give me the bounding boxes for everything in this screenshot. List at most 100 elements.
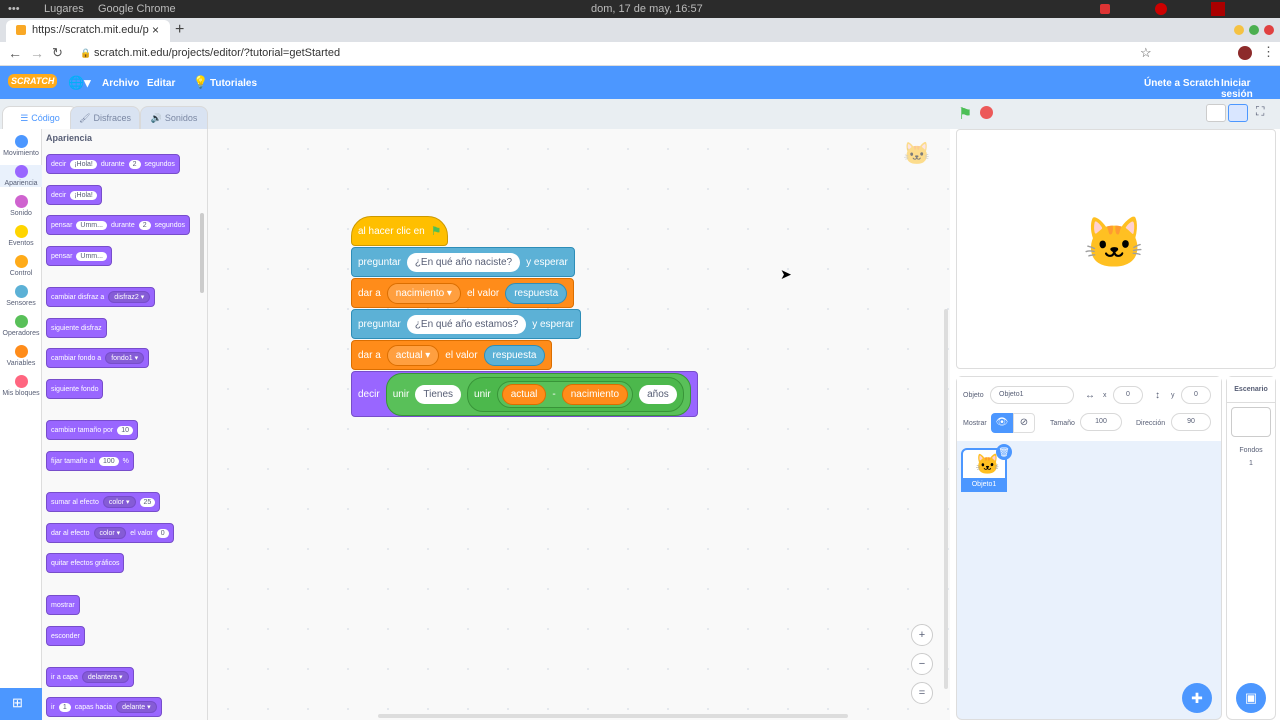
scratch-logo[interactable]: SCRATCH [8,74,58,88]
fullscreen-icon[interactable]: ⛶ [1256,104,1264,119]
block-say[interactable]: decir ¡Hola! [46,185,102,205]
stage-canvas[interactable]: 🐱 [956,129,1276,369]
block-switch-backdrop[interactable]: cambiar fondo a fondo1 ▾ [46,348,150,368]
block-think[interactable]: pensar Umm... [46,246,112,266]
category-dot-icon [14,195,28,208]
small-stage-button[interactable] [1206,104,1226,122]
tutorials-menu[interactable]: Tutoriales [210,78,257,89]
category-variables[interactable]: Variables [0,345,42,367]
zoom-in-button[interactable]: + [911,624,933,646]
block-set-size[interactable]: fijar tamaño al 100% [46,451,134,471]
browser-menu-icon[interactable]: ⋮ [1262,44,1275,60]
category-apariencia[interactable]: Apariencia [0,165,42,187]
block-go-to-layer[interactable]: ir a capa delantera ▾ [46,667,134,687]
size-input[interactable]: 100 [1080,413,1122,431]
record-icon[interactable] [1100,4,1110,14]
os-menu-icon[interactable]: ••• [8,3,20,15]
tab-code[interactable]: ☰ Código [2,106,78,130]
file-menu[interactable]: Archivo [102,78,139,89]
code-workspace[interactable]: 🐱 al hacer clic en ⚑ preguntar ¿En qué añ… [208,129,950,720]
set-actual-block[interactable]: dar a actual ▾ el valor respuesta [351,340,553,370]
extensions-button[interactable]: ⊞ [0,688,42,720]
block-say-for[interactable]: decir ¡Hola! durante 2 segundos [46,154,180,174]
tab-costumes[interactable]: 🖌 Disfraces [70,106,140,130]
close-window-icon[interactable] [1264,25,1274,35]
sprite-thumb[interactable]: 🐱 Objeto1 🗑 [961,444,1012,492]
subtract-operator[interactable]: actual - nacimiento [496,380,634,408]
when-flag-clicked-block[interactable]: al hacer clic en ⚑ [351,216,449,246]
edit-menu[interactable]: Editar [147,78,175,89]
block-change-size[interactable]: cambiar tamaño por 10 [46,420,139,440]
say-join-block[interactable]: decir unir Tienes unir actual - nacimiento … [351,371,698,417]
tutorials-bulb-icon[interactable]: 💡 [193,75,208,89]
block-think-for[interactable]: pensar Umm... durante 2 segundos [46,215,190,235]
zoom-out-button[interactable]: − [911,653,933,675]
category-control[interactable]: Control [0,255,42,277]
show-visible-eye-icon[interactable]: 👁 [991,413,1013,433]
minimize-icon[interactable] [1234,25,1244,35]
hide-eye-icon[interactable]: ⊘ [1013,413,1035,433]
pdf-icon[interactable] [1211,2,1225,16]
green-flag-button[interactable]: ⚑ [958,104,972,124]
x-label: x [1103,392,1107,399]
join-outer[interactable]: unir Tienes unir actual - nacimiento años [385,372,691,416]
ask-birth-year-block[interactable]: preguntar ¿En qué año naciste? y esperar [351,247,575,277]
category-sonido[interactable]: Sonido [0,195,42,217]
back-icon[interactable]: ← [8,45,22,61]
maximize-icon[interactable] [1249,25,1259,35]
bookmark-star-icon[interactable]: ☆ [1140,45,1152,61]
add-sprite-button[interactable]: ✚ [1182,683,1212,713]
add-backdrop-button[interactable]: ▣ [1236,683,1266,713]
block-palette: Apariencia decir ¡Hola! durante 2 segundos d… [42,129,208,720]
set-nacimiento-block[interactable]: dar a nacimiento ▾ el valor respuesta [351,278,575,308]
tab-close-icon[interactable]: × [152,23,159,37]
join-inner[interactable]: unir actual - nacimiento años [467,376,684,412]
tab-sounds[interactable]: 🔊 Sonidos [140,106,208,130]
direction-input[interactable]: 90 [1171,413,1211,431]
category-dot-icon [14,225,28,238]
forward-icon[interactable]: → [30,45,44,61]
x-input[interactable]: 0 [1113,386,1143,404]
ask-current-year-block[interactable]: preguntar ¿En qué año estamos? y esperar [351,309,581,339]
block-show[interactable]: mostrar [46,595,80,615]
category-operadores[interactable]: Operadores [0,315,42,337]
block-clear-effects[interactable]: quitar efectos gráficos [46,553,125,573]
os-places-menu[interactable]: Lugares [44,3,84,15]
sprite-info: Objeto Objeto1 ↔ x 0 ↕ y 0 Mostrar 👁 ⊘ T… [957,377,1221,441]
category-movimiento[interactable]: Movimiento [0,135,42,157]
reload-icon[interactable]: ↻ [52,45,63,61]
category-sensores[interactable]: Sensores [0,285,42,307]
backdrop-thumb[interactable] [1231,407,1271,437]
block-change-effect[interactable]: sumar al efecto color ▾ 25 [46,492,161,512]
sprite-name-input[interactable]: Objeto1 [990,386,1074,404]
cat-sprite[interactable]: 🐱 [1083,214,1145,273]
y-input[interactable]: 0 [1181,386,1211,404]
workspace-v-scrollbar[interactable] [944,309,948,689]
zoom-reset-button[interactable]: = [911,682,933,704]
block-hide[interactable]: esconder [46,626,85,646]
profile-avatar[interactable] [1238,46,1252,60]
block-switch-costume[interactable]: cambiar disfraz a disfraz2 ▾ [46,287,156,307]
os-clock[interactable]: dom, 17 de may, 16:57 [591,3,703,15]
block-go-layers[interactable]: ir 1 capas hacia delante ▾ [46,697,162,717]
block-next-backdrop[interactable]: siguiente fondo [46,379,104,399]
workspace-h-scrollbar[interactable] [378,714,848,718]
block-next-costume[interactable]: siguiente disfraz [46,318,107,338]
block-set-effect[interactable]: dar al efecto color ▾ el valor 0 [46,523,174,543]
language-globe-icon[interactable]: 🌐▾ [68,75,91,91]
stop-button[interactable] [980,106,993,119]
join-scratch-link[interactable]: Únete a Scratch [1144,78,1220,89]
address-bar[interactable]: 🔒 scratch.mit.edu/projects/editor/?tutor… [70,44,1130,64]
new-tab-button[interactable]: + [175,21,184,39]
browser-tab[interactable]: https://scratch.mit.edu/p × [6,20,170,42]
trash-icon[interactable]: 🗑 [996,444,1012,460]
os-app-name[interactable]: Google Chrome [98,3,176,15]
category-dot-icon [14,135,28,148]
large-stage-button[interactable] [1228,104,1248,122]
category-eventos[interactable]: Eventos [0,225,42,247]
backdrops-count: 1 [1249,460,1253,467]
category-mis-bloques[interactable]: Mis bloques [0,375,42,397]
gmail-icon[interactable] [1155,3,1167,15]
palette-scrollbar[interactable] [200,213,204,293]
sign-in-link[interactable]: Iniciar sesión [1221,78,1280,100]
